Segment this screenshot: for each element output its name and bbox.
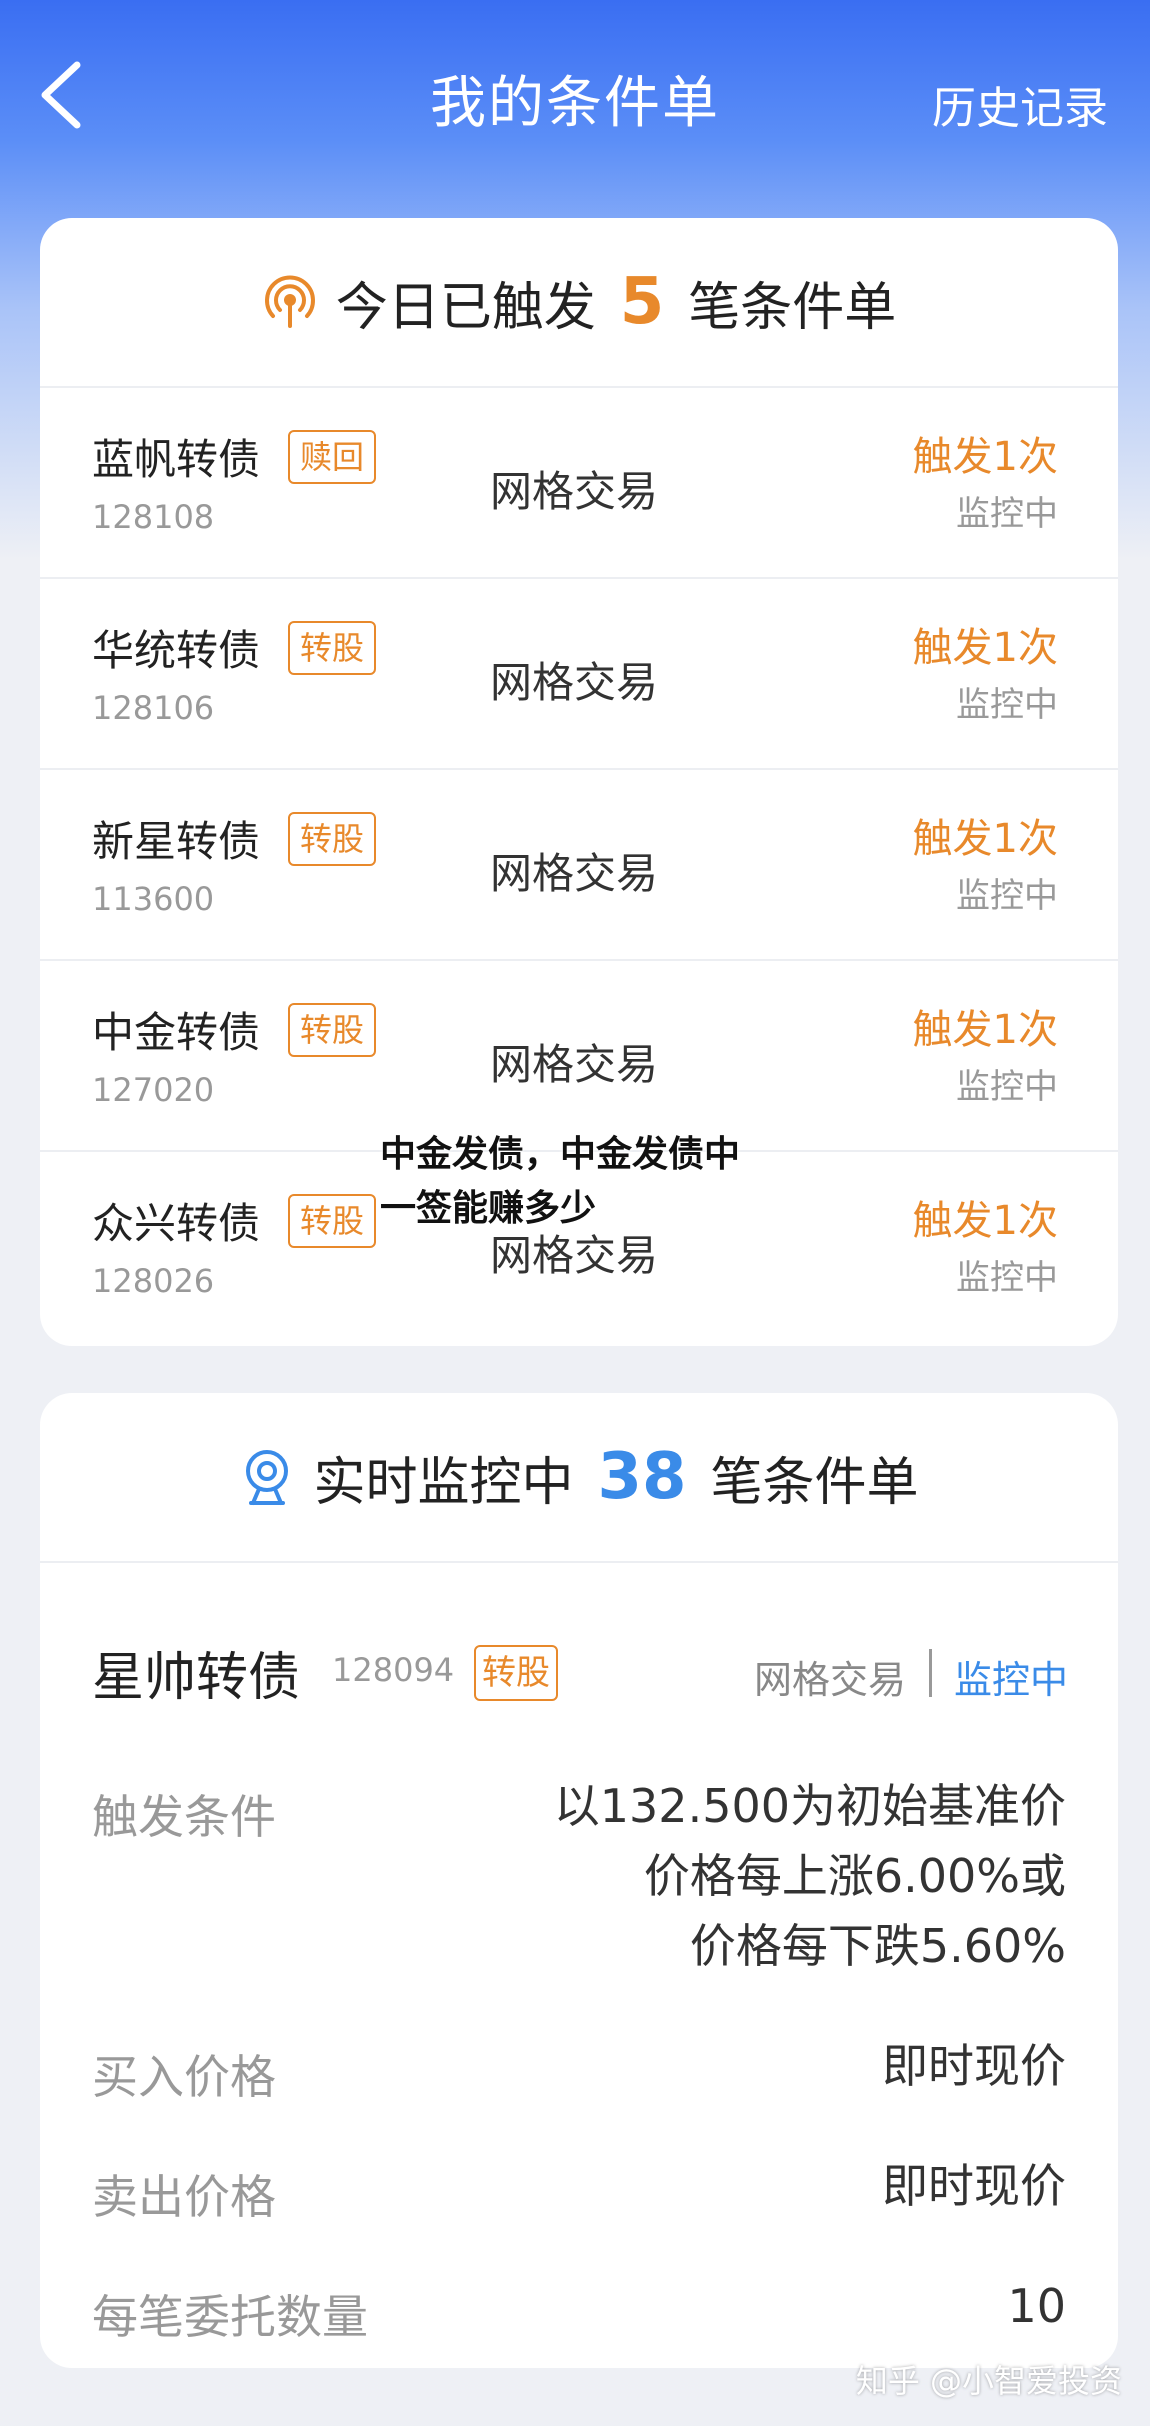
trigger-count: 触发1次 bbox=[912, 816, 1058, 862]
buy-price-label: 买入价格 bbox=[92, 2050, 276, 2104]
bond-code: 113600 bbox=[92, 880, 215, 918]
order-row[interactable]: 蓝帆转债 赎回 128108 网格交易 触发1次 监控中 bbox=[40, 388, 1118, 579]
trigger-line: 以132.500为初始基准价 bbox=[553, 1779, 1066, 1833]
bond-tag: 转股 bbox=[474, 1645, 558, 1701]
bond-name: 星帅转债 bbox=[92, 1648, 301, 1708]
order-detail-header[interactable]: 星帅转债 128094 转股 网格交易 监控中 bbox=[40, 1563, 1118, 1763]
trigger-line: 价格每下跌5.60% bbox=[689, 1919, 1066, 1973]
bond-name: 众兴转债 bbox=[92, 1199, 261, 1248]
quantity-row: 每笔委托数量 10 bbox=[40, 2263, 1118, 2363]
order-type: 网格交易 bbox=[753, 1658, 906, 1702]
order-type: 网格交易 bbox=[490, 1040, 659, 1089]
quantity-label: 每笔委托数量 bbox=[92, 2290, 368, 2344]
order-type: 网格交易 bbox=[490, 658, 659, 707]
order-status: 监控中 bbox=[956, 685, 1058, 725]
webcam-icon bbox=[239, 1447, 295, 1507]
bond-tag: 转股 bbox=[288, 1194, 377, 1248]
order-row[interactable]: 中金转债 转股 127020 网格交易 触发1次 监控中 bbox=[40, 961, 1118, 1152]
divider bbox=[929, 1649, 932, 1697]
bond-name: 华统转债 bbox=[92, 626, 261, 675]
trigger-count: 触发1次 bbox=[912, 434, 1058, 480]
overlay-line: 一签能赚多少 bbox=[380, 1188, 597, 1229]
monitoring-header: 实时监控中 38 笔条件单 bbox=[40, 1393, 1118, 1563]
order-status: 监控中 bbox=[956, 1258, 1058, 1298]
bond-code: 128108 bbox=[92, 498, 215, 536]
order-row[interactable]: 新星转债 转股 113600 网格交易 触发1次 监控中 bbox=[40, 770, 1118, 961]
order-row[interactable]: 华统转债 转股 128106 网格交易 触发1次 监控中 bbox=[40, 579, 1118, 770]
buy-price-value: 即时现价 bbox=[882, 2039, 1066, 2093]
buy-price-row: 买入价格 即时现价 bbox=[40, 2023, 1118, 2143]
sell-price-row: 卖出价格 即时现价 bbox=[40, 2143, 1118, 2263]
monitoring-prefix: 实时监控中 bbox=[313, 1452, 574, 1513]
source-watermark: 知乎 @小智爱投资 bbox=[855, 2362, 1122, 2400]
order-status: 监控中 bbox=[956, 876, 1058, 916]
bond-code: 127020 bbox=[92, 1071, 215, 1109]
nav-bar: 我的条件单 历史记录 bbox=[0, 0, 1150, 190]
triggered-prefix: 今日已触发 bbox=[335, 277, 596, 338]
quantity-value: 10 bbox=[1007, 2279, 1066, 2333]
monitoring-suffix: 笔条件单 bbox=[710, 1452, 919, 1513]
monitoring-count: 38 bbox=[597, 1440, 687, 1514]
overlay-line: 中金发债，中金发债中 bbox=[380, 1134, 741, 1175]
trigger-condition-label: 触发条件 bbox=[92, 1790, 276, 1844]
trigger-condition-value: 以132.500为初始基准价 价格每上涨6.00%或 价格每下跌5.60% bbox=[554, 1771, 1066, 1981]
triggered-suffix: 笔条件单 bbox=[688, 277, 897, 338]
bond-tag: 转股 bbox=[288, 1003, 377, 1057]
triggered-header: 今日已触发 5 笔条件单 bbox=[40, 218, 1118, 388]
monitoring-orders-card: 实时监控中 38 笔条件单 星帅转债 128094 转股 网格交易 监控中 触发… bbox=[40, 1393, 1118, 2368]
bond-name: 蓝帆转债 bbox=[92, 435, 261, 484]
order-type: 网格交易 bbox=[490, 849, 659, 898]
order-status: 监控中 bbox=[956, 1067, 1058, 1107]
sell-price-label: 卖出价格 bbox=[92, 2170, 276, 2224]
trigger-count: 触发1次 bbox=[912, 1007, 1058, 1053]
bond-name: 中金转债 bbox=[92, 1008, 261, 1057]
bond-tag: 转股 bbox=[288, 812, 377, 866]
bond-tag: 转股 bbox=[288, 621, 377, 675]
trigger-count: 触发1次 bbox=[912, 625, 1058, 671]
sell-price-value: 即时现价 bbox=[882, 2159, 1066, 2213]
history-link[interactable]: 历史记录 bbox=[932, 72, 1108, 136]
order-status: 监控中 bbox=[953, 1658, 1068, 1702]
trigger-condition-row: 触发条件 以132.500为初始基准价 价格每上涨6.00%或 价格每下跌5.6… bbox=[40, 1763, 1118, 2023]
triggered-count: 5 bbox=[619, 265, 665, 339]
bond-code: 128094 bbox=[332, 1651, 455, 1689]
bond-tag: 赎回 bbox=[288, 430, 377, 484]
bond-name: 新星转债 bbox=[92, 817, 261, 866]
broadcast-icon bbox=[262, 274, 318, 330]
trigger-line: 价格每上涨6.00%或 bbox=[643, 1849, 1066, 1903]
order-type: 网格交易 bbox=[490, 467, 659, 516]
order-status: 监控中 bbox=[956, 494, 1058, 534]
bond-code: 128106 bbox=[92, 689, 215, 727]
overlay-caption: 中金发债，中金发债中 一签能赚多少 bbox=[380, 1128, 800, 1236]
trigger-count: 触发1次 bbox=[912, 1198, 1058, 1244]
bond-code: 128026 bbox=[92, 1262, 215, 1300]
